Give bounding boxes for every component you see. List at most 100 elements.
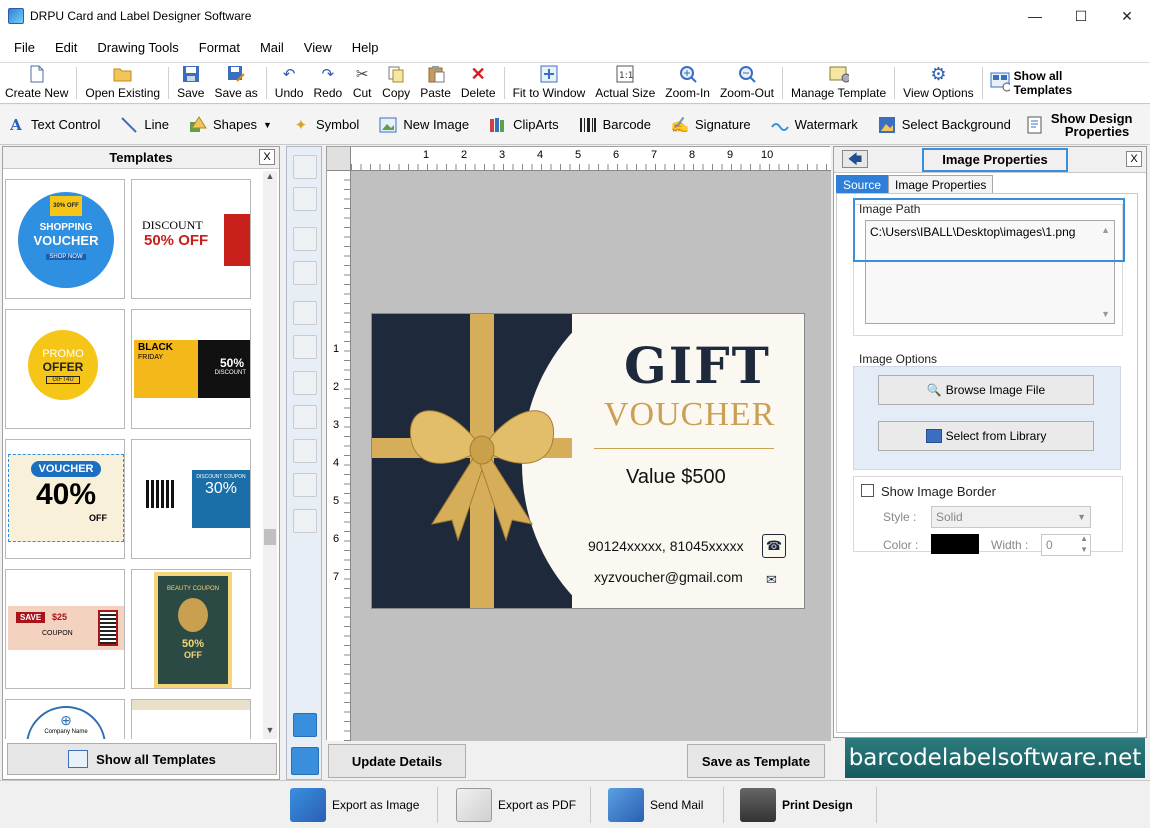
canvas-area[interactable]: GIFT VOUCHER Value $500 90124xxxxx, 8104… [351, 171, 831, 741]
barcode-button[interactable]: Barcode [572, 105, 657, 144]
align-center-icon[interactable] [293, 439, 317, 463]
view-options-button[interactable]: ⚙ View Options [898, 63, 978, 103]
tab-source[interactable]: Source [836, 175, 889, 195]
create-new-button[interactable]: Create New [0, 63, 73, 103]
template-thumbnail[interactable]: BLACK FRIDAY 50% DISCOUNT [131, 309, 251, 429]
copy-button[interactable]: Copy [377, 63, 415, 103]
open-existing-button[interactable]: Open Existing [80, 63, 165, 103]
symbol-button[interactable]: ✦ Symbol [285, 105, 365, 144]
save-button[interactable]: Save [172, 63, 209, 103]
save-as-template-button[interactable]: Save as Template [687, 744, 825, 778]
card-phone[interactable]: 90124xxxxx, 81045xxxxx [588, 538, 744, 554]
ruler-toggle-icon[interactable] [291, 747, 319, 775]
actual-size-icon: 1:1 [615, 64, 635, 84]
scroll-up-icon[interactable]: ▲ [263, 171, 277, 185]
actual-size-button[interactable]: 1:1 Actual Size [590, 63, 660, 103]
send-mail-button[interactable]: Send Mail [608, 785, 703, 825]
zoom-out-button[interactable]: Zoom-Out [715, 63, 779, 103]
open-existing-label: Open Existing [85, 86, 161, 100]
card-email[interactable]: xyzvoucher@gmail.com [594, 569, 743, 585]
template-thumbnail[interactable]: VOUCHER 40% OFF [5, 439, 125, 559]
undo-button[interactable]: ↶ Undo [270, 63, 309, 103]
card-subtitle[interactable]: VOUCHER [604, 396, 775, 434]
back-arrow-icon[interactable]: 🡄 [842, 150, 868, 168]
gift-voucher-card[interactable]: GIFT VOUCHER Value $500 90124xxxxx, 8104… [371, 313, 805, 609]
fit-to-window-button[interactable]: Fit to Window [508, 63, 591, 103]
browse-image-file-button[interactable]: 🔍 Browse Image File [878, 375, 1094, 405]
gold-ribbon-bow-image[interactable] [372, 314, 572, 609]
template-thumbnail[interactable]: DISCOUNT 50% OFF [131, 179, 251, 299]
zoom-in-label: Zoom-In [665, 86, 710, 100]
templates-panel-header: Templates X [3, 147, 279, 169]
align-left-icon[interactable] [293, 301, 317, 325]
update-details-button[interactable]: Update Details [328, 744, 466, 778]
shapes-dropdown-icon[interactable]: ▼ [263, 120, 272, 130]
cut-button[interactable]: ✂ Cut [347, 63, 377, 103]
menu-mail[interactable]: Mail [250, 40, 294, 55]
show-image-border-checkbox[interactable] [861, 484, 874, 497]
stepper-arrows-icon[interactable]: ▲ ▼ [1080, 533, 1088, 555]
grid-icon[interactable] [293, 713, 317, 737]
export-as-pdf-button[interactable]: Export as PDF [456, 785, 576, 825]
select-background-button[interactable]: Select Background [871, 105, 1017, 144]
menu-view[interactable]: View [294, 40, 342, 55]
move-icon[interactable] [293, 473, 317, 497]
tab-image-properties[interactable]: Image Properties [888, 175, 994, 195]
border-color-swatch[interactable] [931, 534, 979, 554]
show-design-properties-button[interactable]: Show Design Properties [1024, 105, 1139, 144]
template-thumbnail[interactable]: DISCOUNT COUPON 30% [131, 439, 251, 559]
shapes-button[interactable]: Shapes ▼ [182, 105, 278, 144]
signature-button[interactable]: ✍ Signature [664, 105, 757, 144]
card-title[interactable]: GIFT [624, 336, 771, 395]
card-value[interactable]: Value $500 [626, 466, 726, 489]
maximize-button[interactable]: ☐ [1058, 0, 1104, 32]
align-top-icon[interactable] [293, 371, 317, 395]
show-all-templates-button[interactable]: Show all Templates [986, 63, 1076, 103]
menu-format[interactable]: Format [189, 40, 250, 55]
zoom-in-button[interactable]: Zoom-In [660, 63, 715, 103]
delete-button[interactable]: ✕ Delete [456, 63, 501, 103]
template-thumbnail[interactable]: SAVE $25 COUPON [5, 569, 125, 689]
print-design-button[interactable]: Print Design [740, 785, 853, 825]
paste-button[interactable]: Paste [415, 63, 456, 103]
gear-icon: ⚙ [930, 63, 947, 84]
template-thumbnail[interactable] [131, 699, 251, 739]
lock-icon[interactable] [293, 227, 317, 251]
manage-template-button[interactable]: Manage Template [786, 63, 891, 103]
minimize-button[interactable]: — [1012, 0, 1058, 32]
cliparts-button[interactable]: ClipArts [482, 105, 565, 144]
menu-drawing-tools[interactable]: Drawing Tools [87, 40, 188, 55]
export-as-image-button[interactable]: Export as Image [290, 785, 419, 825]
templates-scrollbar[interactable]: ▲ ▼ [263, 171, 277, 739]
menu-file[interactable]: File [4, 40, 45, 55]
border-width-stepper[interactable]: 0 ▲ ▼ [1041, 534, 1091, 556]
select-from-library-button[interactable]: Select from Library [878, 421, 1094, 451]
show-all-templates-bottom-button[interactable]: Show all Templates [7, 743, 277, 775]
template-thumbnail[interactable]: ⊕ Company Name [5, 699, 125, 739]
save-as-button[interactable]: Save as [209, 63, 262, 103]
bring-forward-icon[interactable] [293, 155, 317, 179]
align-bottom-icon[interactable] [293, 405, 317, 429]
watermark-button[interactable]: Watermark [764, 105, 864, 144]
unlock-icon[interactable] [293, 261, 317, 285]
menu-edit[interactable]: Edit [45, 40, 87, 55]
template-thumbnail[interactable]: BEAUTY COUPON 50% OFF [131, 569, 251, 689]
text-control-button[interactable]: A Text Control [0, 105, 106, 144]
line-button[interactable]: Line [113, 105, 175, 144]
templates-panel-close-button[interactable]: X [259, 149, 275, 165]
border-style-select[interactable]: Solid ▼ [931, 506, 1091, 528]
scroll-down-icon[interactable]: ▼ [263, 725, 277, 739]
scroll-thumb[interactable] [264, 529, 276, 545]
align-right-icon[interactable] [293, 335, 317, 359]
new-image-button[interactable]: New Image [372, 105, 475, 144]
menu-help[interactable]: Help [342, 40, 389, 55]
template-thumbnail[interactable]: PROMO OFFER GIFT4U [5, 309, 125, 429]
path-scroll-down-icon[interactable]: ▼ [1101, 309, 1110, 319]
template-text: OFF [184, 650, 202, 660]
redo-button[interactable]: ↷ Redo [308, 63, 347, 103]
send-backward-icon[interactable] [293, 187, 317, 211]
properties-panel-close-button[interactable]: X [1126, 151, 1142, 167]
template-thumbnail[interactable]: 30% OFF SHOPPING VOUCHER SHOP NOW [5, 179, 125, 299]
close-button[interactable]: ✕ [1104, 0, 1150, 32]
zoom-tool-icon[interactable] [293, 509, 317, 533]
